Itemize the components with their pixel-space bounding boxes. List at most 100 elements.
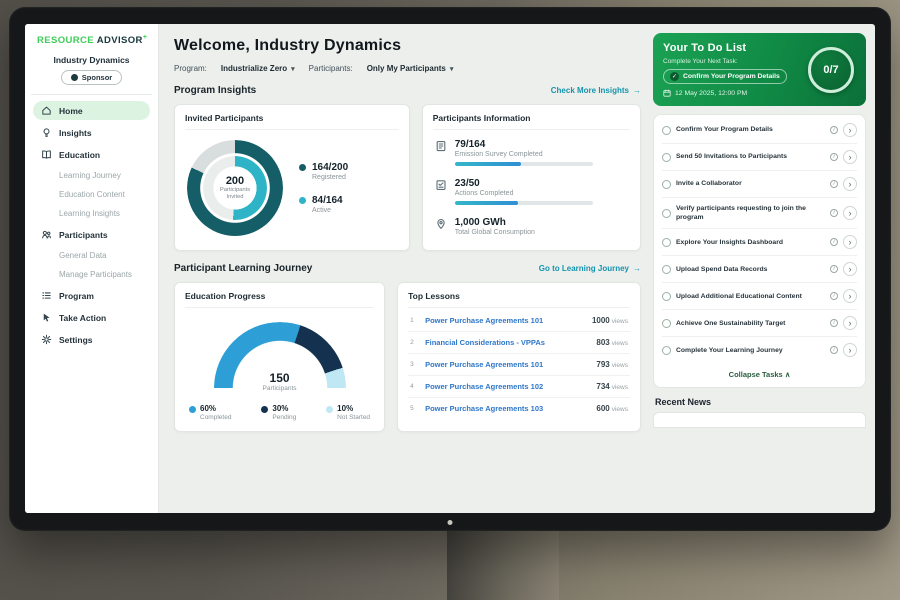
task-row[interactable]: Invite a Collaborator i › [662,171,857,198]
lesson-row[interactable]: 5 Power Purchase Agreements 103 600views [408,398,630,419]
sidebar-item-label: Home [59,106,83,116]
participants-filter-dropdown[interactable]: Only My Participants ▾ [367,64,454,73]
users-icon [41,229,52,240]
cursor-icon [41,312,52,323]
lesson-link[interactable]: Power Purchase Agreements 102 [425,382,589,391]
views-unit: views [612,318,628,325]
chevron-right-icon[interactable]: › [843,289,857,303]
task-row[interactable]: Complete Your Learning Journey i › [662,337,857,363]
book-icon [41,149,52,160]
chevron-right-icon[interactable]: › [843,343,857,357]
task-checkbox[interactable] [662,319,671,328]
org-name: Industry Dynamics [33,55,150,65]
task-row[interactable]: Explore Your Insights Dashboard i › [662,229,857,256]
page-title: Welcome, Industry Dynamics [174,37,641,55]
sidebar-item-label: Participants [59,230,108,240]
chevron-right-icon[interactable]: › [843,235,857,249]
sidebar-item-learning-journey[interactable]: Learning Journey [33,167,150,184]
task-row[interactable]: Achieve One Sustainability Target i › [662,310,857,337]
stat-value: 79/164 [455,139,593,150]
task-checkbox[interactable] [662,238,671,247]
info-icon[interactable]: i [830,292,838,300]
lesson-row[interactable]: 3 Power Purchase Agreements 101 793views [408,354,630,376]
task-label: Achieve One Sustainability Target [676,319,825,328]
task-checkbox[interactable] [662,153,671,162]
emission-survey-progressbar [455,162,593,166]
sidebar-item-home[interactable]: Home [33,101,150,120]
task-checkbox[interactable] [662,346,671,355]
stat-label: Actions Completed [455,190,593,197]
chevron-right-icon[interactable]: › [843,177,857,191]
progress-fill [455,201,518,205]
lesson-link[interactable]: Power Purchase Agreements 101 [425,316,585,325]
sidebar-item-education[interactable]: Education [33,145,150,164]
next-task-pill[interactable]: ✓ Confirm Your Program Details [663,69,787,84]
calendar-icon [663,89,671,97]
lesson-link[interactable]: Power Purchase Agreements 103 [425,404,589,413]
lesson-row[interactable]: 1 Power Purchase Agreements 101 1000view… [408,310,630,332]
lesson-row[interactable]: 2 Financial Considerations - VPPAs 803vi… [408,332,630,354]
lesson-views: 734views [596,382,628,391]
chevron-right-icon[interactable]: › [843,150,857,164]
lightbulb-icon [41,127,52,138]
task-label: Upload Additional Educational Content [676,292,825,301]
info-icon[interactable]: i [830,153,838,161]
sidebar-divider [31,94,152,95]
lesson-link[interactable]: Power Purchase Agreements 101 [425,360,589,369]
task-row[interactable]: Confirm Your Program Details i › [662,117,857,144]
views-value: 793 [596,360,609,369]
info-icon[interactable]: i [830,319,838,327]
sidebar-item-insights[interactable]: Insights [33,123,150,142]
views-value: 803 [596,338,609,347]
sidebar-item-learning-insights[interactable]: Learning Insights [33,205,150,222]
invited-participants-donut-chart: 200 Participants Invited [187,140,283,236]
task-label: Upload Spend Data Records [676,265,825,274]
task-row[interactable]: Upload Spend Data Records i › [662,256,857,283]
lesson-link[interactable]: Financial Considerations - VPPAs [425,338,589,347]
sidebar-item-label: Program [59,291,94,301]
chevron-right-icon[interactable]: › [843,123,857,137]
sponsor-badge-label: Sponsor [82,73,112,82]
chevron-right-icon[interactable]: › [843,206,857,220]
lesson-row[interactable]: 4 Power Purchase Agreements 102 734views [408,376,630,398]
sidebar-item-program[interactable]: Program [33,286,150,305]
card-title: Education Progress [185,291,374,308]
sponsor-icon [71,74,78,81]
task-checkbox[interactable] [662,180,671,189]
task-row[interactable]: Verify participants requesting to join t… [662,198,857,229]
sidebar-item-education-content[interactable]: Education Content [33,186,150,203]
info-icon[interactable]: i [830,209,838,217]
sidebar-item-participants[interactable]: Participants [33,225,150,244]
views-value: 600 [596,404,609,413]
task-checkbox[interactable] [662,209,671,218]
info-icon[interactable]: i [830,265,838,273]
go-to-learning-journey-link[interactable]: Go to Learning Journey → [539,264,641,273]
info-icon[interactable]: i [830,180,838,188]
sidebar-item-manage-participants[interactable]: Manage Participants [33,266,150,283]
learning-journey-title: Participant Learning Journey [174,263,312,274]
sidebar-item-label: Manage Participants [59,270,132,279]
task-checkbox[interactable] [662,265,671,274]
chevron-right-icon[interactable]: › [843,316,857,330]
sidebar-item-general-data[interactable]: General Data [33,247,150,264]
task-row[interactable]: Upload Additional Educational Content i … [662,283,857,310]
task-row[interactable]: Send 50 Invitations to Participants i › [662,144,857,171]
chevron-right-icon[interactable]: › [843,262,857,276]
gauge-center-label: Participants [214,385,346,392]
education-gauge-chart: 150 Participants [214,322,346,392]
task-label: Send 50 Invitations to Participants [676,152,825,161]
collapse-tasks-button[interactable]: Collapse Tasks ∧ [662,363,857,383]
info-icon[interactable]: i [830,238,838,246]
info-icon[interactable]: i [830,346,838,354]
sidebar-item-settings[interactable]: Settings [33,330,150,349]
participants-information-card: Participants Information 79/164 Emission… [422,104,641,251]
check-more-insights-link[interactable]: Check More Insights → [551,86,641,95]
info-icon[interactable]: i [830,126,838,134]
stat-label: Total Global Consumption [455,229,535,236]
sidebar-item-take-action[interactable]: Take Action [33,308,150,327]
task-checkbox[interactable] [662,292,671,301]
program-filter-dropdown[interactable]: Industrialize Zero ▾ [221,64,295,73]
donut-center-label: Participants Invited [213,187,257,201]
task-checkbox[interactable] [662,126,671,135]
views-unit: views [612,362,628,369]
